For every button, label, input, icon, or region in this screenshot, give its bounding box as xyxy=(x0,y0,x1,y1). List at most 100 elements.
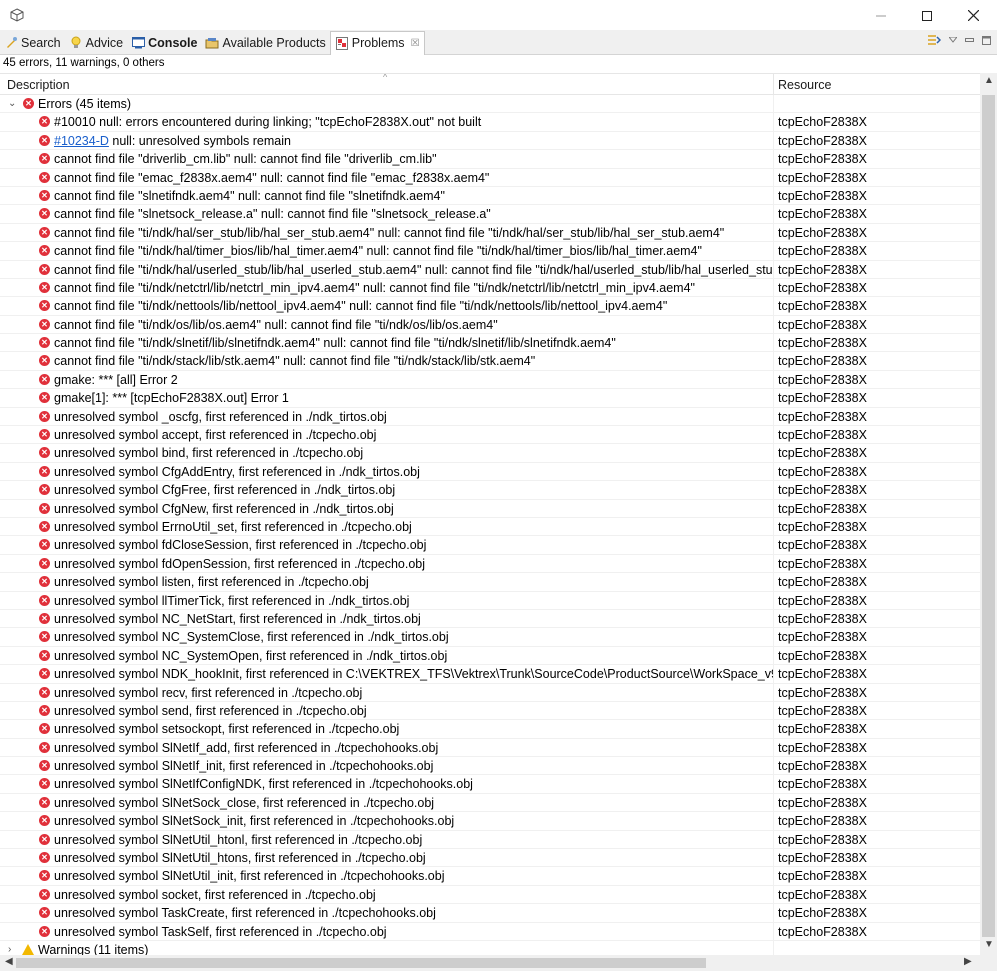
maximize-button[interactable] xyxy=(904,0,950,31)
error-icon: ✕ xyxy=(39,723,50,735)
table-row[interactable]: ✕ cannot find file "ti/ndk/slnetif/lib/sl… xyxy=(0,334,980,353)
table-row[interactable]: ✕ unresolved symbol fdOpenSession, first … xyxy=(0,554,980,574)
table-row[interactable]: ✕ unresolved symbol SlNetUtil_htons, firs… xyxy=(0,849,980,868)
vertical-scrollbar[interactable]: ▲ ▼ xyxy=(980,73,997,955)
scroll-left-icon[interactable]: ◀ xyxy=(5,956,13,967)
table-row[interactable]: ✕ unresolved symbol socket, first referen… xyxy=(0,885,980,905)
table-row[interactable]: ✕ unresolved symbol recv, first reference… xyxy=(0,683,980,702)
minimize-view-icon[interactable] xyxy=(965,37,974,43)
tab-advice[interactable]: Advice xyxy=(65,31,128,55)
table-row[interactable]: ✕ unresolved symbol CfgFree, first refere… xyxy=(0,481,980,500)
error-code-link[interactable]: #10234-D xyxy=(54,134,109,148)
table-row[interactable]: ✕ unresolved symbol TaskSelf, first refer… xyxy=(0,922,980,941)
table-row[interactable]: ✕ unresolved symbol listen, first referen… xyxy=(0,573,980,592)
filter-icon[interactable] xyxy=(927,34,941,46)
table-row[interactable]: ✕ unresolved symbol SlNetUtil_htonl, firs… xyxy=(0,830,980,850)
tab-available-products[interactable]: Available Products xyxy=(201,31,329,55)
tab-search[interactable]: Search xyxy=(0,31,65,55)
error-icon: ✕ xyxy=(39,337,50,349)
table-row[interactable]: ✕ cannot find file "emac_f2838x.aem4" nul… xyxy=(0,168,980,187)
table-row[interactable]: ✕ cannot find file "driverlib_cm.lib" nul… xyxy=(0,150,980,169)
tab-problems[interactable]: Problems ☒ xyxy=(329,30,425,55)
table-row[interactable]: ✕ unresolved symbol SlNetIf_init, first r… xyxy=(0,757,980,776)
column-header-resource[interactable]: Resource xyxy=(778,78,832,92)
errors-group-row[interactable]: ⌄ ✕ Errors (45 items) xyxy=(0,95,980,114)
error-icon: ✕ xyxy=(39,245,50,257)
maximize-view-icon[interactable] xyxy=(982,35,991,45)
row-resource: tcpEchoF2838X xyxy=(778,593,867,608)
row-description: ✕ unresolved symbol SlNetIf_init, first r… xyxy=(0,757,773,774)
table-row[interactable]: ✕ cannot find file "ti/ndk/stack/lib/stk.… xyxy=(0,352,980,371)
horizontal-scrollbar[interactable]: ◀ ▶ xyxy=(0,955,980,971)
table-row[interactable]: ✕ unresolved symbol NC_NetStart, first re… xyxy=(0,609,980,629)
table-row[interactable]: ✕ unresolved symbol SlNetSock_close, firs… xyxy=(0,793,980,813)
table-row[interactable]: ✕ unresolved symbol TaskCreate, first ref… xyxy=(0,904,980,923)
table-row[interactable]: ✕ unresolved symbol SlNetIfConfigNDK, fir… xyxy=(0,775,980,794)
view-menu-icon[interactable] xyxy=(949,37,957,43)
table-row[interactable]: ✕ unresolved symbol llTimerTick, first re… xyxy=(0,591,980,610)
table-row[interactable]: ✕ cannot find file "ti/ndk/os/lib/os.aem4… xyxy=(0,315,980,335)
error-icon: ✕ xyxy=(39,465,50,477)
table-row[interactable]: ✕ cannot find file "ti/ndk/hal/userled_st… xyxy=(0,260,980,279)
table-row[interactable]: ✕ gmake[1]: *** [tcpEchoF2838X.out] Error… xyxy=(0,389,980,408)
problems-table: ^ Description Resource ⌄ ✕ Errors (45 it… xyxy=(0,73,980,955)
row-description-text: unresolved symbol socket, first referenc… xyxy=(54,887,376,902)
table-row[interactable]: ✕ unresolved symbol NC_SystemOpen, first … xyxy=(0,646,980,666)
table-row[interactable]: ✕ unresolved symbol bind, first reference… xyxy=(0,444,980,463)
error-icon: ✕ xyxy=(39,171,50,183)
row-description: ✕ unresolved symbol fdCloseSession, first… xyxy=(0,536,773,553)
error-icon: ✕ xyxy=(39,704,50,716)
table-row[interactable]: ✕ unresolved symbol CfgAddEntry, first re… xyxy=(0,462,980,482)
column-divider[interactable] xyxy=(773,74,774,95)
table-row[interactable]: ✕ unresolved symbol SlNetIf_add, first re… xyxy=(0,738,980,758)
minimize-button[interactable] xyxy=(858,0,904,31)
chevron-down-icon[interactable]: ⌄ xyxy=(8,95,16,112)
scroll-down-icon[interactable]: ▼ xyxy=(984,939,994,950)
error-icon: ✕ xyxy=(39,429,50,441)
table-header: ^ Description Resource xyxy=(0,74,980,95)
tab-console[interactable]: Console xyxy=(127,31,201,55)
horizontal-scroll-thumb[interactable] xyxy=(16,958,706,968)
row-description-text: cannot find file "ti/ndk/os/lib/os.aem4"… xyxy=(54,317,498,332)
table-row[interactable]: ✕ unresolved symbol ErrnoUtil_set, first … xyxy=(0,517,980,537)
row-description-text: unresolved symbol llTimerTick, first ref… xyxy=(54,593,410,608)
table-row[interactable]: ✕ unresolved symbol SlNetSock_init, first… xyxy=(0,812,980,831)
table-row[interactable]: ✕ unresolved symbol send, first reference… xyxy=(0,701,980,721)
column-header-description[interactable]: Description xyxy=(7,78,70,92)
table-row[interactable]: ✕ unresolved symbol setsockopt, first ref… xyxy=(0,720,980,739)
row-description: ✕ cannot find file "ti/ndk/netctrl/lib/ne… xyxy=(0,279,773,296)
table-row[interactable]: ✕ unresolved symbol fdCloseSession, first… xyxy=(0,536,980,555)
close-tab-icon[interactable]: ☒ xyxy=(411,38,420,49)
table-row[interactable]: ✕ #10234-D null: unresolved symbols remai… xyxy=(0,131,980,151)
table-row[interactable]: ✕ unresolved symbol NC_SystemClose, first… xyxy=(0,628,980,647)
scroll-right-icon[interactable]: ▶ xyxy=(964,956,972,967)
table-row[interactable]: ✕ gmake: *** [all] Error 2 tcpEchoF2838X xyxy=(0,370,980,390)
row-resource: tcpEchoF2838X xyxy=(778,556,867,571)
row-description: ✕ unresolved symbol NC_NetStart, first re… xyxy=(0,610,773,627)
row-resource: tcpEchoF2838X xyxy=(778,538,867,553)
table-row[interactable]: ✕ unresolved symbol NDK_hookInit, first r… xyxy=(0,665,980,684)
table-row[interactable]: ✕ cannot find file "slnetsock_release.a" … xyxy=(0,205,980,224)
row-description: ✕ gmake[1]: *** [tcpEchoF2838X.out] Error… xyxy=(0,389,773,406)
lightbulb-icon xyxy=(69,36,83,50)
table-row[interactable]: ✕ unresolved symbol accept, first referen… xyxy=(0,426,980,445)
warnings-group-row[interactable]: › Warnings (11 items) xyxy=(0,940,980,955)
table-row[interactable]: ✕ cannot find file "slnetifndk.aem4" null… xyxy=(0,186,980,206)
tab-console-label: Console xyxy=(148,35,198,50)
vertical-scroll-thumb[interactable] xyxy=(982,95,995,937)
table-row[interactable]: ✕ cannot find file "ti/ndk/nettools/lib/n… xyxy=(0,297,980,316)
row-description-text: cannot find file "ti/ndk/slnetif/lib/sln… xyxy=(54,336,616,351)
row-description-text: unresolved symbol setsockopt, first refe… xyxy=(54,722,400,737)
table-row[interactable]: ✕ #10010 null: errors encountered during … xyxy=(0,113,980,132)
table-row[interactable]: ✕ unresolved symbol SlNetUtil_init, first… xyxy=(0,867,980,886)
row-description-text: unresolved symbol SlNetUtil_htons, first… xyxy=(54,851,426,866)
table-row[interactable]: ✕ unresolved symbol CfgNew, first referen… xyxy=(0,499,980,518)
chevron-right-icon[interactable]: › xyxy=(8,941,11,955)
row-description: ✕ unresolved symbol _oscfg, first referen… xyxy=(0,408,773,425)
table-row[interactable]: ✕ cannot find file "ti/ndk/netctrl/lib/ne… xyxy=(0,278,980,298)
table-row[interactable]: ✕ cannot find file "ti/ndk/hal/timer_bios… xyxy=(0,242,980,261)
table-row[interactable]: ✕ cannot find file "ti/ndk/hal/ser_stub/l… xyxy=(0,223,980,243)
table-row[interactable]: ✕ unresolved symbol _oscfg, first referen… xyxy=(0,407,980,427)
close-window-button[interactable] xyxy=(950,0,996,31)
scroll-up-icon[interactable]: ▲ xyxy=(984,75,994,86)
